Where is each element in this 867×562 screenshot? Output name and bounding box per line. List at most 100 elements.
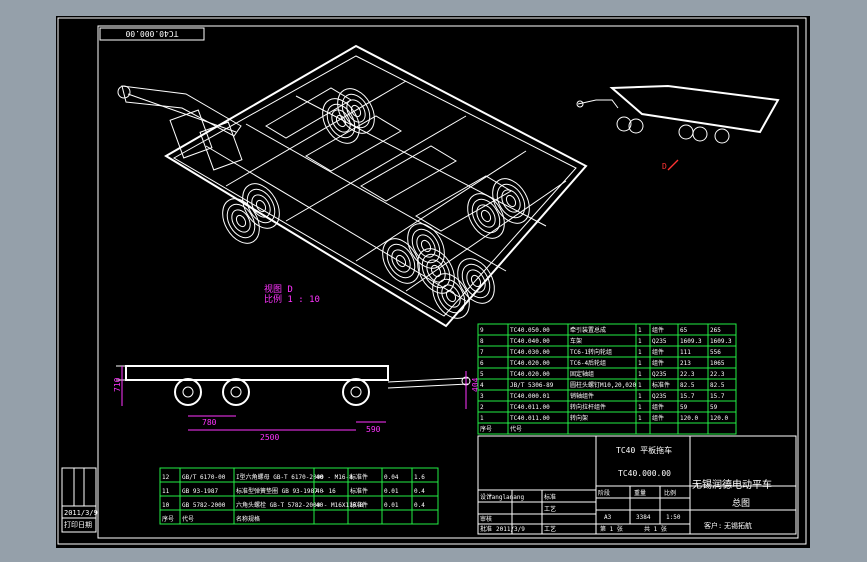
bom-cell: 1609.3	[710, 338, 732, 345]
craft-label: 工艺	[544, 525, 556, 533]
bom-header-cell: 名称规格	[236, 515, 260, 523]
company-name: 无锡润德电动平车	[692, 478, 772, 491]
iso-wheel	[322, 98, 360, 144]
dim-height-left: 710	[113, 377, 122, 392]
scale-label: 比例	[664, 489, 676, 497]
side-print-date-label: 打印日期	[64, 520, 92, 529]
weight-label: 重量	[634, 489, 646, 497]
bom-cell: 0.4	[414, 488, 425, 495]
bom-cell: 12	[162, 474, 170, 481]
bom-cell: 82.5	[680, 382, 695, 389]
bom-cell: 1	[638, 349, 642, 356]
bom-cell: 标准件	[652, 381, 670, 389]
total-sheets-label: 共 1 张	[644, 525, 667, 533]
drawing-sheet: TC40.000.00 2011/3/9 打印日期 D 视图 D 比例 1: …	[56, 16, 810, 548]
bom-cell: 5	[480, 371, 484, 378]
side-wheels	[174, 378, 370, 406]
process-label: 工艺	[544, 505, 556, 513]
bom-cell: Q235	[652, 371, 667, 378]
dim-a: 780	[202, 418, 217, 427]
bom-cell: 11	[162, 488, 170, 495]
bom-cell: 组件	[652, 348, 664, 356]
bom-header-cell: 序号	[162, 515, 174, 523]
bom-cell: 1.6	[414, 474, 425, 481]
stage-value: A3	[604, 514, 612, 521]
bom-cell: 车架	[570, 337, 582, 345]
bom-cell: 213	[680, 360, 691, 367]
deck-outline	[164, 44, 588, 328]
bom-cell: 40	[316, 488, 324, 495]
bom-cell: GB 93-1987	[182, 488, 219, 495]
bom-cell: TC40.030.00	[510, 349, 550, 356]
bom-cell: 120.0	[680, 415, 698, 422]
iso-scale-label: 比例 1 : 10	[264, 293, 320, 305]
cad-drawing: TC40.000.00 2011/3/9 打印日期 D 视图 D 比例 1: …	[57, 17, 807, 545]
bom-cell: 65	[680, 327, 688, 334]
title-block: TC40 平板拖车 TC40.000.00 无锡润德电动平车 总图 客户: 无锡…	[477, 435, 797, 535]
bom-cell: TC40.011.00	[510, 404, 550, 411]
iso-wheel	[432, 273, 470, 319]
bom-cell: 1	[638, 415, 642, 422]
bom-cell: 1	[638, 338, 642, 345]
bom-cell: 销轴组件	[570, 392, 594, 400]
bom-cell: TC6-1转向轮组	[570, 348, 612, 356]
stage-label: 阶段	[598, 489, 610, 497]
bom-cell: 转向拉杆组件	[570, 403, 606, 411]
bom-cell: 牵引装置总成	[570, 326, 606, 334]
bom-cell: 圆柱头螺钉M10,20,020	[570, 381, 637, 389]
bom-cell: I型六角螺母 GB-T 6170-2000 - M16-8	[236, 473, 353, 481]
bom-cell: 40	[316, 474, 324, 481]
bom-cell: 标准件	[350, 487, 368, 495]
bom-cell: 1	[638, 327, 642, 334]
bom-cell: 0.4	[414, 502, 425, 509]
bom-header-cell: 代号	[510, 425, 522, 433]
bom-cell: 1065	[710, 360, 725, 367]
small-view-marker: D	[662, 162, 667, 171]
bom-cell: 1	[638, 371, 642, 378]
bom-cell: 1	[480, 415, 484, 422]
dim-b: 2500	[260, 433, 279, 442]
weight-value: 3384	[636, 514, 651, 521]
bom-cell: 4	[480, 382, 484, 389]
bom-cell: 1609.3	[680, 338, 702, 345]
customer-name: 无锡拓航	[724, 521, 752, 530]
bom-header-cell: 序号	[480, 425, 492, 433]
iso-wheel	[382, 238, 420, 284]
iso-wheel	[417, 248, 455, 294]
title-date: 2011/3/9	[496, 526, 525, 533]
customer-label: 客户:	[704, 521, 722, 530]
bom-cell: 8	[480, 338, 484, 345]
bom-cell: 3	[480, 393, 484, 400]
iso-wheel	[337, 88, 375, 134]
bom-cell: JB/T 5306-89	[510, 382, 554, 389]
bom-cell: 111	[680, 349, 691, 356]
bom-cell: 六角头螺栓 GB-T 5782-2000 - M16X110-8	[236, 501, 364, 509]
side-date: 2011/3/9	[64, 509, 98, 517]
bom-cell: 82.5	[710, 382, 725, 389]
bom-cell: 265	[710, 327, 721, 334]
bom-cell: 固定轴组	[570, 370, 594, 378]
drawing-code: TC40.000.00	[618, 469, 671, 478]
bom-cell: 转向架	[570, 414, 588, 422]
bom-table-upper: 9 TC40.050.00 牵引装置总成 1 组件 65 2658 TC40.040.00 车架…	[477, 323, 737, 435]
iso-view-label: 视图 D	[264, 283, 293, 295]
bom-cell: TC40.020.00	[510, 360, 550, 367]
designer-name: Yanglanang	[488, 494, 525, 501]
bom-cell: TC40.040.00	[510, 338, 550, 345]
product-name: TC40 平板拖车	[616, 445, 672, 455]
bom-header-cell: 代号	[182, 515, 194, 523]
bom-cell: 2	[480, 404, 484, 411]
left-side-block: 2011/3/9 打印日期	[61, 467, 98, 533]
bom-cell: 0.01	[384, 502, 399, 509]
bom-cell: 15.7	[710, 393, 725, 400]
bom-cell: 7	[480, 349, 484, 356]
scale-value: 1:50	[666, 514, 681, 521]
bom-cell: 59	[680, 404, 688, 411]
bom-cell: 1	[638, 393, 642, 400]
bom-cell: 1	[638, 404, 642, 411]
isometric-trailer-view	[117, 44, 588, 328]
bom-cell: 标准件	[350, 501, 368, 509]
bom-cell: 组件	[652, 326, 664, 334]
small-perspective-view: D	[576, 84, 780, 171]
bom-table-lower: 12 GB/T 6170-00 I型六角螺母 GB-T 6170-2000 - M1…	[159, 467, 439, 525]
